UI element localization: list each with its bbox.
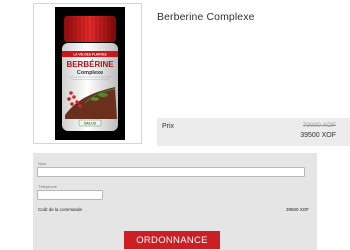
phone-field-label: Téléphone (38, 184, 57, 189)
current-price: 39500 XOF (300, 132, 336, 139)
product-title: Berberine Complexe (157, 11, 255, 23)
product-image[interactable]: LA VIE DES PLANTES BERBÉRINE Complexe SA… (55, 7, 125, 140)
phone-input[interactable] (37, 190, 103, 200)
bottle-logo: SALUS (84, 122, 97, 126)
price-box: Prix 79000 XOF 39500 XOF (157, 118, 350, 146)
bottle-name-line1: BERBÉRINE (66, 60, 114, 69)
bottle-name-line2: Complexe (77, 70, 103, 76)
name-field-label: Nom (38, 161, 47, 166)
old-price: 79000 XOF (302, 122, 336, 129)
price-label: Prix (162, 123, 175, 130)
order-cost-value: 39500 XOF (285, 207, 309, 212)
supplement-bottle-image: LA VIE DES PLANTES BERBÉRINE Complexe SA… (62, 16, 118, 131)
order-submit-button[interactable]: ORDONNANCE (124, 231, 220, 249)
product-image-frame: LA VIE DES PLANTES BERBÉRINE Complexe SA… (33, 3, 142, 144)
order-cost-label: Coût de la commande (38, 207, 83, 212)
bottle-brand-band-text: LA VIE DES PLANTES (73, 53, 106, 57)
name-input[interactable] (37, 167, 305, 177)
